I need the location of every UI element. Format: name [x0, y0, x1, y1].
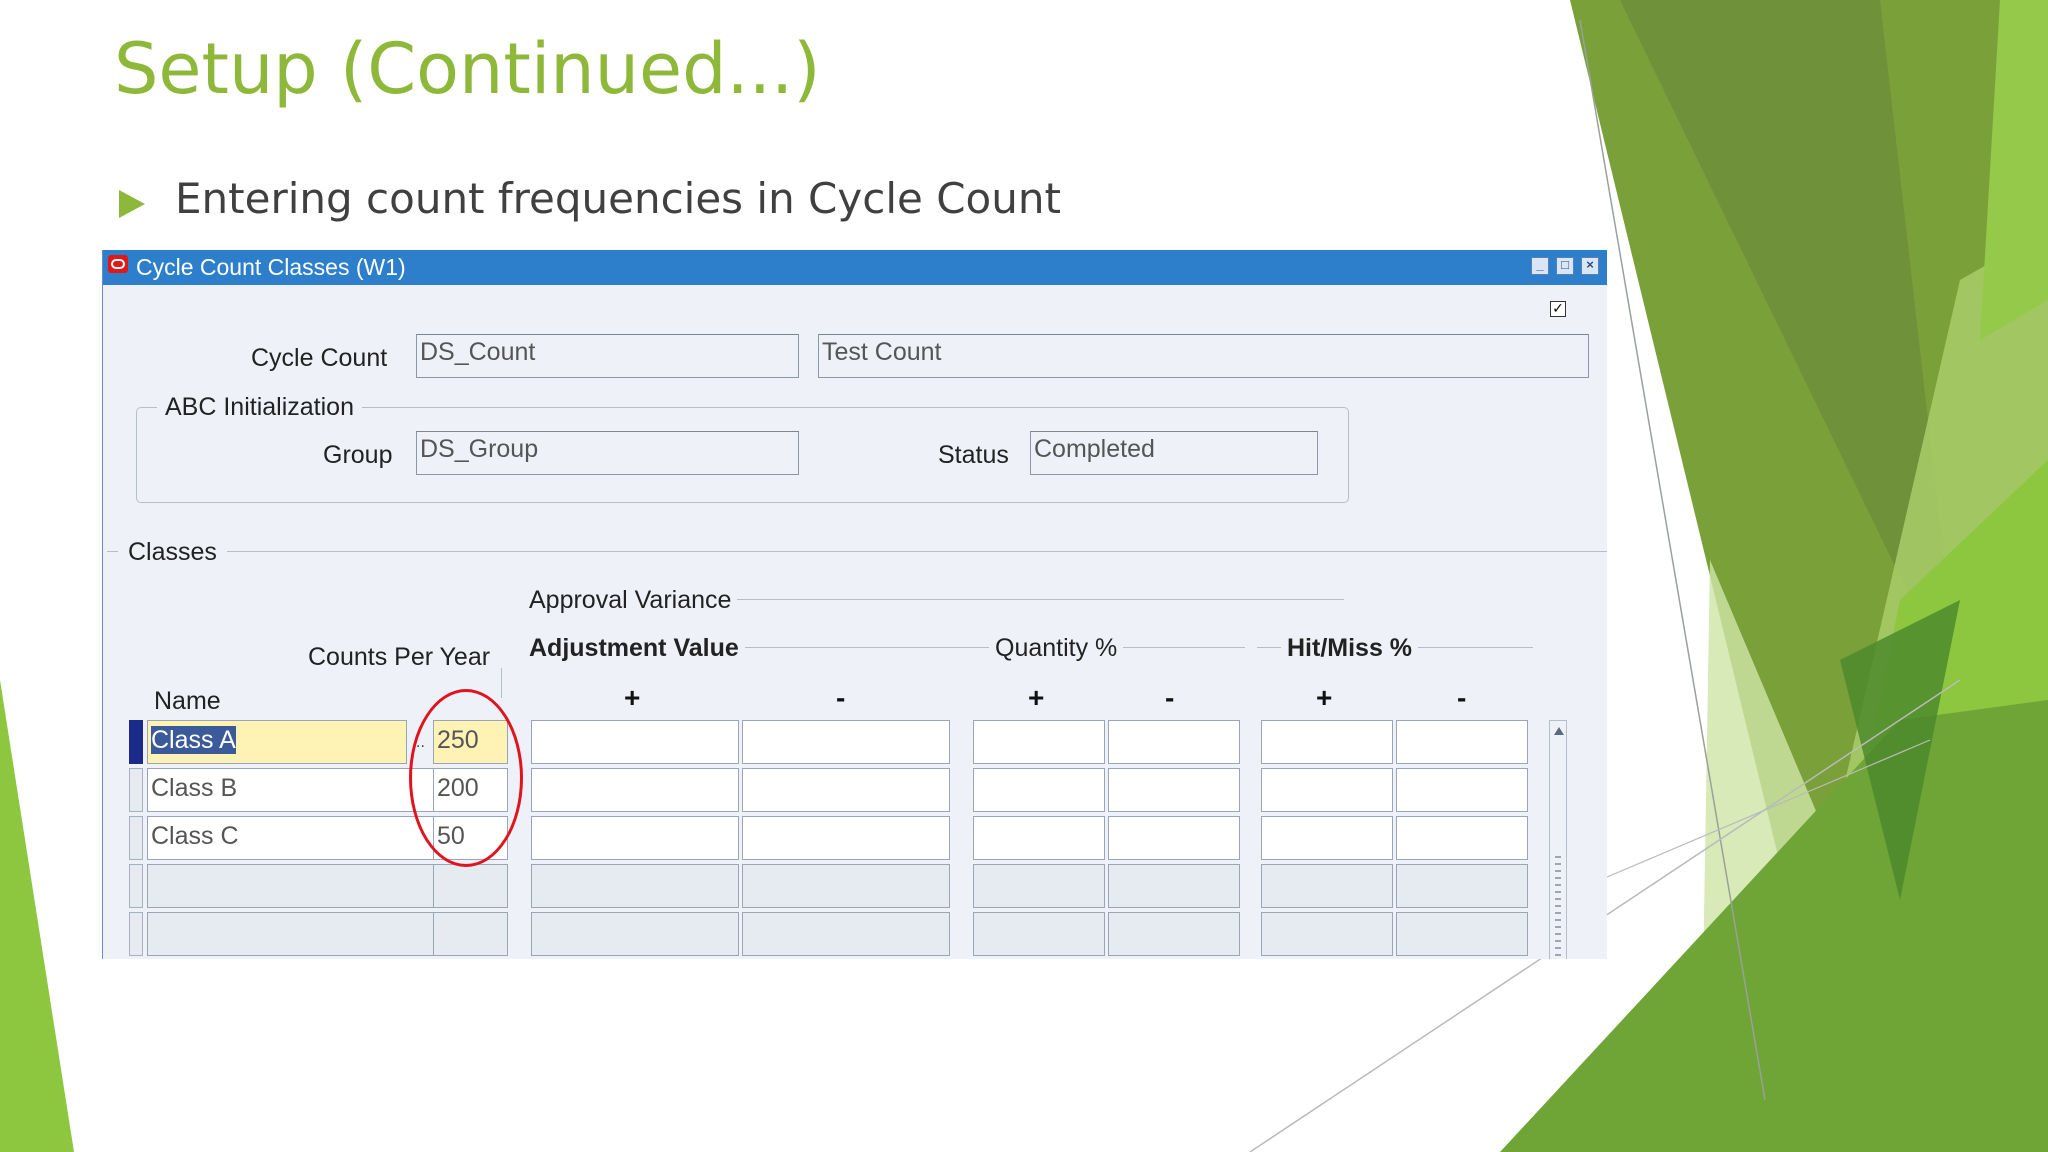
hitmiss-plus-cell[interactable] — [1261, 864, 1393, 908]
adjustment-plus-header: + — [624, 682, 641, 713]
classes-section-label: Classes — [118, 538, 227, 567]
adjustment-minus-cell[interactable] — [742, 720, 950, 764]
hitmiss-minus-cell[interactable] — [1396, 864, 1528, 908]
minimize-icon[interactable]: _ — [1531, 257, 1549, 275]
class-name-text: Class A — [151, 726, 236, 754]
class-name-cell[interactable]: Class B — [147, 768, 434, 812]
scroll-grip[interactable] — [1555, 856, 1561, 956]
adjustment-minus-cell[interactable] — [742, 816, 950, 860]
window-checkbox[interactable]: ✓ — [1550, 301, 1566, 317]
quantity-minus-cell[interactable] — [1108, 816, 1240, 860]
adjustment-minus-cell[interactable] — [742, 912, 950, 956]
quantity-plus-header: + — [1028, 682, 1045, 713]
hitmiss-minus-cell[interactable] — [1396, 816, 1528, 860]
bullet-text: Entering count frequencies in Cycle Coun… — [175, 174, 1061, 223]
row-indicator[interactable] — [129, 864, 143, 908]
hitmiss-plus-header: + — [1316, 682, 1333, 713]
class-name-cell[interactable] — [147, 912, 434, 956]
row-indicator[interactable] — [129, 912, 143, 956]
adjustment-minus-cell[interactable] — [742, 864, 950, 908]
quantity-minus-cell[interactable] — [1108, 864, 1240, 908]
oracle-icon — [108, 255, 128, 273]
adjustment-plus-cell[interactable] — [531, 720, 739, 764]
scroll-up-icon[interactable] — [1554, 727, 1564, 735]
quantity-percent-header: Quantity % — [989, 634, 1124, 663]
hitmiss-minus-header: - — [1457, 682, 1467, 713]
quantity-minus-cell[interactable] — [1108, 768, 1240, 812]
quantity-plus-cell[interactable] — [973, 912, 1105, 956]
hitmiss-plus-cell[interactable] — [1261, 912, 1393, 956]
hitmiss-minus-cell[interactable] — [1396, 720, 1528, 764]
counts-header-separator — [501, 668, 502, 698]
highlight-oval — [409, 689, 523, 867]
approval-variance-label: Approval Variance — [523, 586, 738, 615]
cycle-count-classes-window: Cycle Count Classes (W1) _ □ × ✓ Cycle C… — [102, 250, 1607, 959]
quantity-minus-cell[interactable] — [1108, 912, 1240, 956]
cycle-count-description-field[interactable]: Test Count — [818, 334, 1589, 378]
bullet-arrow-icon — [119, 190, 145, 218]
adjustment-minus-header: - — [836, 682, 846, 713]
quantity-plus-cell[interactable] — [973, 768, 1105, 812]
quantity-plus-cell[interactable] — [973, 864, 1105, 908]
quantity-plus-cell[interactable] — [973, 720, 1105, 764]
name-header: Name — [154, 687, 221, 715]
hitmiss-minus-cell[interactable] — [1396, 912, 1528, 956]
vertical-scrollbar[interactable] — [1549, 720, 1567, 959]
adjustment-plus-cell[interactable] — [531, 912, 739, 956]
quantity-minus-cell[interactable] — [1108, 720, 1240, 764]
class-name-cell[interactable] — [147, 864, 434, 908]
group-label: Group — [323, 441, 393, 469]
row-indicator-current[interactable] — [129, 720, 143, 764]
maximize-icon[interactable]: □ — [1556, 257, 1574, 275]
cycle-count-field[interactable]: DS_Count — [416, 334, 799, 378]
counts-per-year-cell[interactable] — [433, 912, 508, 956]
counts-per-year-cell[interactable] — [433, 864, 508, 908]
group-field[interactable]: DS_Group — [416, 431, 799, 475]
quantity-plus-cell[interactable] — [973, 816, 1105, 860]
close-icon[interactable]: × — [1581, 257, 1599, 275]
adjustment-value-header: Adjustment Value — [523, 634, 745, 663]
hitmiss-minus-cell[interactable] — [1396, 768, 1528, 812]
slide-title: Setup (Continued...) — [114, 28, 821, 110]
adjustment-plus-cell[interactable] — [531, 864, 739, 908]
adjustment-minus-cell[interactable] — [742, 768, 950, 812]
cycle-count-label: Cycle Count — [251, 344, 388, 372]
classes-divider — [107, 551, 1607, 552]
adjustment-plus-cell[interactable] — [531, 816, 739, 860]
window-title: Cycle Count Classes (W1) — [136, 254, 406, 280]
status-field[interactable]: Completed — [1030, 431, 1318, 475]
row-indicator[interactable] — [129, 816, 143, 860]
class-name-cell[interactable]: Class A — [147, 720, 407, 764]
counts-per-year-header: Counts Per Year — [308, 643, 491, 671]
adjustment-plus-cell[interactable] — [531, 768, 739, 812]
row-indicator[interactable] — [129, 768, 143, 812]
status-label: Status — [938, 441, 1009, 469]
quantity-minus-header: - — [1165, 682, 1175, 713]
hitmiss-plus-cell[interactable] — [1261, 720, 1393, 764]
hitmiss-plus-cell[interactable] — [1261, 768, 1393, 812]
class-name-cell[interactable]: Class C — [147, 816, 434, 860]
window-titlebar[interactable]: Cycle Count Classes (W1) _ □ × — [103, 250, 1607, 285]
hitmiss-plus-cell[interactable] — [1261, 816, 1393, 860]
abc-initialization-label: ABC Initialization — [157, 393, 362, 422]
hitmiss-percent-header: Hit/Miss % — [1281, 634, 1419, 663]
